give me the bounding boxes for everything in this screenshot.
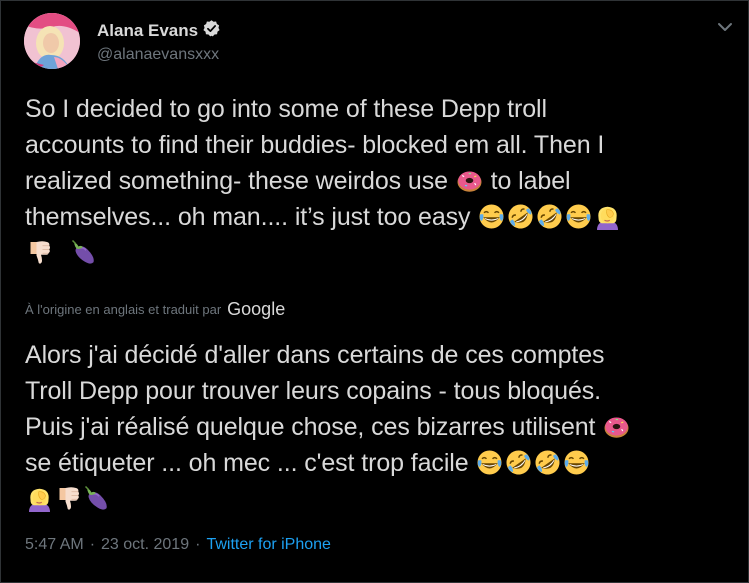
tweet-line: realized something- these weirdos use <box>25 167 448 195</box>
tears-of-joy-emoji-icon <box>476 449 503 476</box>
tweet-text: So I decided to go into some of these De… <box>25 91 725 271</box>
translation-label: À l'origine en anglais et traduit par <box>25 302 222 317</box>
avatar[interactable] <box>24 13 80 69</box>
rolling-on-floor-laughing-emoji-icon <box>505 449 532 476</box>
author-name[interactable]: Alana Evans <box>97 21 198 41</box>
rolling-on-floor-laughing-emoji-icon <box>536 203 563 230</box>
tweet-date[interactable]: 23 oct. 2019 <box>101 536 189 554</box>
meta-separator: · <box>89 536 96 553</box>
tears-of-joy-emoji-icon <box>565 203 592 230</box>
tweet-line: accounts to find their buddies- blocked … <box>25 131 605 159</box>
tweet-line: So I decided to go into some of these De… <box>25 95 547 123</box>
tweet-time[interactable]: 5:47 AM <box>25 536 84 554</box>
translated-line: Puis j'ai réalisé quelque chose, ces biz… <box>25 413 596 441</box>
facepalm-emoji-icon <box>594 203 621 230</box>
google-logo[interactable]: Google <box>227 299 285 320</box>
tweet-line: to label <box>490 167 571 195</box>
verified-badge-icon <box>202 19 221 43</box>
tweet-card: Alana Evans @alanaevansxxx So I decided … <box>0 0 749 583</box>
eggplant-emoji-icon <box>71 239 98 266</box>
tweet-source-link[interactable]: Twitter for iPhone <box>206 536 331 554</box>
donut-emoji-icon <box>456 167 483 194</box>
rolling-on-floor-laughing-emoji-icon <box>507 203 534 230</box>
rolling-on-floor-laughing-emoji-icon <box>534 449 561 476</box>
tweet-meta: 5:47 AM · 23 oct. 2019 · Twitter for iPh… <box>25 536 331 554</box>
translated-line: Troll Depp pour trouver leurs copains - … <box>25 377 602 405</box>
meta-separator: · <box>195 536 201 553</box>
translation-attribution: À l'origine en anglais et traduit par Go… <box>25 299 285 320</box>
eggplant-emoji-icon <box>84 485 111 512</box>
thumbs-down-emoji-icon <box>26 239 53 266</box>
tweet-line: themselves... oh man.... it’s just too e… <box>25 203 471 231</box>
more-menu-button[interactable] <box>715 17 735 37</box>
tears-of-joy-emoji-icon <box>478 203 505 230</box>
translated-line: Alors j'ai décidé d'aller dans certains … <box>25 341 605 369</box>
translated-text: Alors j'ai décidé d'aller dans certains … <box>25 337 725 517</box>
donut-emoji-icon <box>603 413 630 440</box>
facepalm-emoji-icon <box>26 485 53 512</box>
author-handle[interactable]: @alanaevansxxx <box>97 46 219 64</box>
thumbs-down-emoji-icon <box>55 485 82 512</box>
translated-line: se étiqueter ... oh mec ... c'est trop f… <box>25 449 469 477</box>
chevron-down-icon <box>718 23 732 31</box>
tears-of-joy-emoji-icon <box>563 449 590 476</box>
